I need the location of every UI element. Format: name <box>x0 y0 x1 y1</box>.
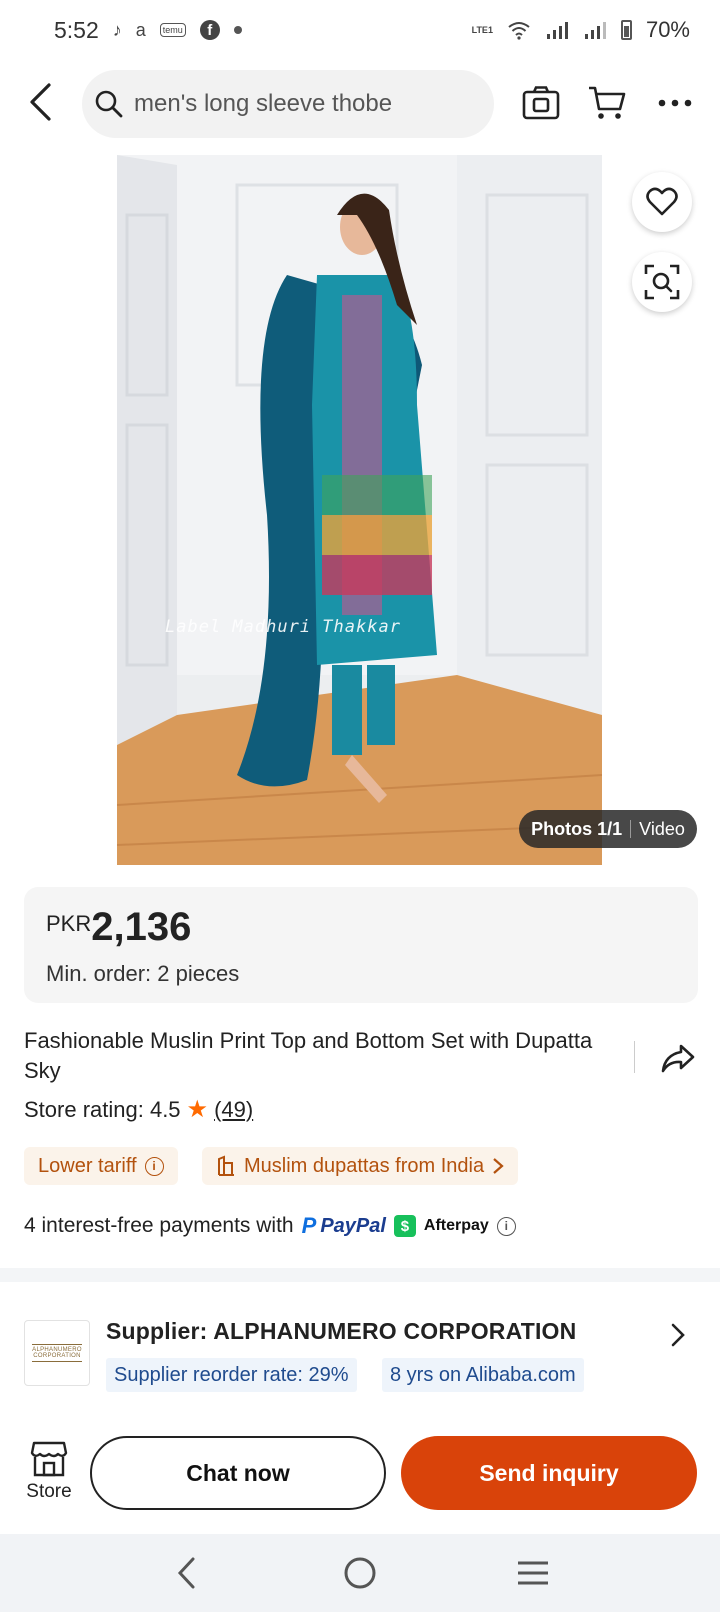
section-divider <box>0 1268 720 1282</box>
paypal-label: PayPal <box>320 1214 386 1237</box>
pill-divider <box>630 820 632 838</box>
wifi-icon <box>508 22 530 40</box>
battery-percent: 70% <box>645 17 690 42</box>
status-left: 5:52 ♪ a temu f <box>54 17 242 44</box>
store-button[interactable]: Store <box>18 1441 80 1511</box>
video-tab[interactable]: Video <box>639 819 685 840</box>
price-amount: 2,136 <box>91 905 192 949</box>
status-right: LTE1 70% <box>472 17 690 43</box>
alibaba-icon: a <box>135 19 146 40</box>
camera-icon <box>522 86 560 120</box>
tiktok-icon: ♪ <box>112 19 122 40</box>
battery-icon <box>620 20 632 40</box>
min-order: Min. order: 2 pieces <box>46 961 240 986</box>
store-rating: Store rating: 4.5 ★ (49) <box>24 1095 253 1124</box>
price-row: PKR 2,136 <box>46 907 676 947</box>
title-divider <box>634 1041 635 1073</box>
reorder-rate-badge: Supplier reorder rate: 29% <box>106 1358 357 1392</box>
status-time: 5:52 <box>54 16 99 43</box>
category-label: Muslim dupattas from India <box>244 1154 485 1177</box>
media-switcher[interactable]: Photos 1/1 Video <box>519 810 697 848</box>
favorite-button[interactable] <box>632 172 692 232</box>
afterpay-label: Afterpay <box>423 1217 489 1234</box>
logo-line-2: CORPORATION <box>33 1353 81 1359</box>
chat-now-button[interactable]: Chat now <box>90 1436 386 1510</box>
payments-row: 4 interest-free payments with P PayPal $ … <box>24 1213 516 1239</box>
cart-button[interactable] <box>586 82 628 124</box>
rating-label: Store rating: 4.5 <box>24 1096 181 1122</box>
photos-tab[interactable]: Photos 1/1 <box>531 819 622 840</box>
system-home-button[interactable] <box>338 1551 382 1595</box>
product-title: Fashionable Muslin Print Top and Bottom … <box>24 1028 593 1083</box>
store-icon <box>30 1441 68 1477</box>
chevron-right-icon <box>493 1158 504 1174</box>
search-query-text: men's long sleeve thobe <box>134 90 393 117</box>
share-icon <box>661 1044 695 1073</box>
signal-icon-2 <box>584 22 606 39</box>
price-card: PKR 2,136 Min. order: 2 pieces <box>24 887 698 1003</box>
facebook-icon: f <box>199 20 220 40</box>
price-currency: PKR <box>46 911 92 936</box>
supplier-logo-text: ALPHANUMERO CORPORATION <box>32 1344 82 1362</box>
system-navigation-bar <box>0 1534 720 1612</box>
chevron-left-icon <box>30 83 51 121</box>
paypal-icon: P <box>301 1213 317 1238</box>
cart-icon <box>589 86 626 119</box>
system-back-icon <box>177 1557 195 1589</box>
system-home-icon <box>344 1557 376 1589</box>
product-image[interactable]: Label Madhuri Thakkar <box>117 155 602 865</box>
search-icon <box>95 90 123 118</box>
category-tag[interactable]: Muslim dupattas from India <box>202 1147 519 1185</box>
more-options-button[interactable] <box>654 82 696 124</box>
supplier-label: Supplier: <box>106 1318 208 1344</box>
send-inquiry-button[interactable]: Send inquiry <box>401 1436 697 1510</box>
info-icon: i <box>144 1156 164 1176</box>
rating-count-link[interactable]: (49) <box>214 1097 253 1123</box>
camera-search-button[interactable] <box>520 82 562 124</box>
more-dots-icon <box>658 99 692 107</box>
image-watermark: Label Madhuri Thakkar <box>165 617 401 637</box>
afterpay-icon: $ <box>393 1215 416 1237</box>
store-label: Store <box>26 1481 72 1502</box>
supplier-name[interactable]: Supplier: ALPHANUMERO CORPORATION <box>106 1318 576 1345</box>
years-badge: 8 yrs on Alibaba.com <box>382 1358 584 1392</box>
volte-icon: LTE1 <box>471 24 493 35</box>
notification-dot-icon <box>233 26 242 34</box>
system-menu-icon <box>518 1561 549 1585</box>
status-bar: 5:52 ♪ a temu f LTE1 70% <box>0 0 720 60</box>
tariff-label: Lower tariff <box>38 1154 137 1177</box>
image-search-icon <box>644 264 680 300</box>
visual-search-button[interactable] <box>632 252 692 312</box>
search-input[interactable]: men's long sleeve thobe <box>82 70 494 138</box>
back-button[interactable] <box>18 80 62 124</box>
supplier-company: ALPHANUMERO CORPORATION <box>213 1318 577 1344</box>
payments-text: 4 interest-free payments with <box>24 1214 294 1237</box>
system-recents-button[interactable] <box>511 1551 555 1595</box>
lower-tariff-tag[interactable]: Lower tariff i <box>24 1147 178 1185</box>
supplier-logo[interactable]: ALPHANUMERO CORPORATION <box>24 1320 90 1386</box>
ranking-icon <box>218 1155 234 1176</box>
share-button[interactable] <box>658 1038 698 1078</box>
product-photo-illustration <box>117 155 602 865</box>
heart-icon <box>646 187 678 216</box>
signal-icon <box>546 22 568 39</box>
paypal-logo: P PayPal <box>302 1213 386 1239</box>
star-icon: ★ <box>186 1096 209 1123</box>
top-nav: men's long sleeve thobe <box>0 68 720 138</box>
system-back-button[interactable] <box>165 1551 209 1595</box>
supplier-chevron-icon[interactable] <box>664 1320 692 1350</box>
payments-info-icon[interactable]: i <box>496 1216 516 1236</box>
temu-icon: temu <box>159 23 186 37</box>
